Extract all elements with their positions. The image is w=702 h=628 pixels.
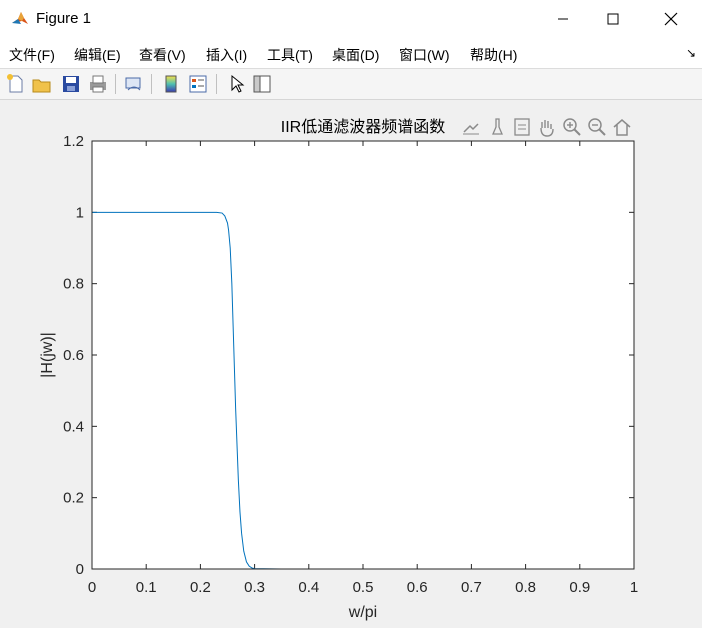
maximize-button[interactable] — [590, 0, 636, 38]
menu-edit[interactable]: 编辑(E) — [74, 45, 121, 65]
save-icon[interactable] — [60, 73, 82, 95]
menu-desktop[interactable]: 桌面(D) — [332, 45, 379, 65]
matlab-logo-icon — [10, 9, 30, 29]
minimize-icon — [558, 18, 568, 20]
figure-toolbar — [0, 69, 702, 100]
property-inspector-icon[interactable] — [251, 73, 273, 95]
datatip-icon[interactable] — [511, 116, 533, 138]
window-titlebar: Figure 1 — [0, 0, 702, 38]
menu-help[interactable]: 帮助(H) — [470, 45, 517, 65]
menu-expand-icon[interactable]: ↘ — [686, 46, 696, 60]
menu-window[interactable]: 窗口(W) — [399, 45, 450, 65]
zoom-out-icon[interactable] — [586, 116, 608, 138]
pan-icon[interactable] — [536, 116, 558, 138]
menu-insert[interactable]: 插入(I) — [206, 45, 247, 65]
minimize-button[interactable] — [540, 0, 586, 38]
link-plot-icon[interactable] — [123, 73, 145, 95]
insert-legend-icon[interactable] — [187, 73, 209, 95]
menu-view[interactable]: 查看(V) — [139, 45, 186, 65]
toolbar-separator — [151, 74, 152, 94]
toolbar-separator — [216, 74, 217, 94]
figure-canvas — [0, 100, 702, 628]
edit-plot-pointer-icon[interactable] — [225, 73, 247, 95]
toolbar-separator — [115, 74, 116, 94]
maximize-icon — [607, 13, 619, 25]
menu-bar: 文件(F) 编辑(E) 查看(V) 插入(I) 工具(T) 桌面(D) 窗口(W… — [0, 38, 702, 69]
close-button[interactable] — [648, 0, 694, 38]
brush-icon[interactable] — [486, 116, 508, 138]
menu-file[interactable]: 文件(F) — [9, 45, 55, 65]
window-title: Figure 1 — [36, 10, 92, 27]
print-icon[interactable] — [87, 73, 109, 95]
insert-colorbar-icon[interactable] — [160, 73, 182, 95]
restore-view-icon[interactable] — [611, 116, 633, 138]
zoom-in-icon[interactable] — [561, 116, 583, 138]
export-icon[interactable] — [460, 116, 482, 138]
menu-tools[interactable]: 工具(T) — [267, 45, 313, 65]
close-icon — [664, 12, 678, 26]
axes-toolbar — [460, 116, 636, 138]
new-figure-icon[interactable] — [5, 73, 27, 95]
open-file-icon[interactable] — [31, 73, 53, 95]
